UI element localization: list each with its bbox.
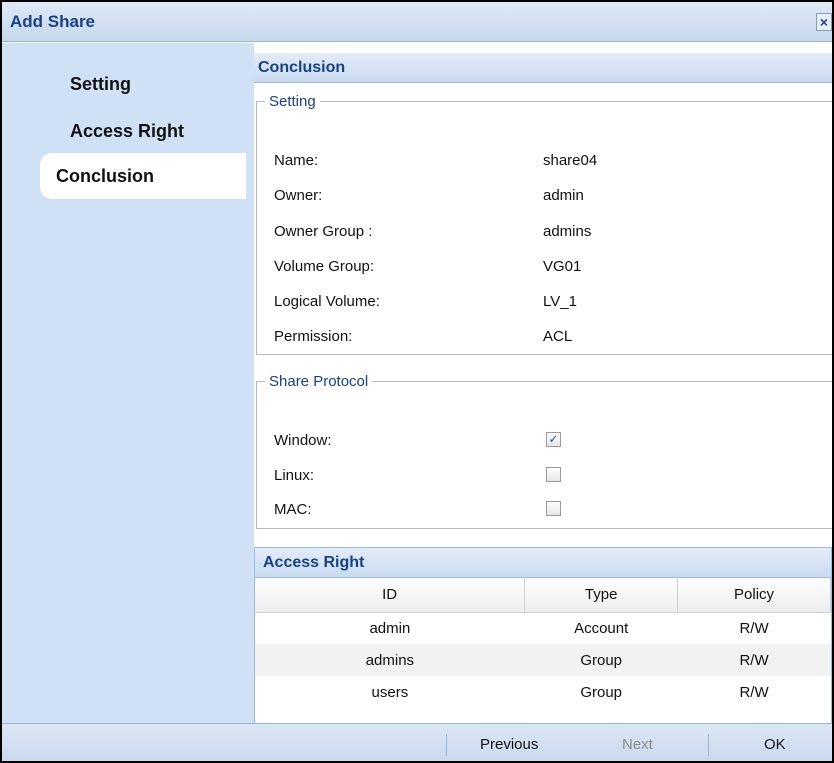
sidebar-item-label: Conclusion — [56, 166, 154, 186]
linux-checkbox[interactable] — [546, 467, 561, 482]
permission-label: Permission: — [274, 328, 353, 345]
logical-volume-label: Logical Volume: — [274, 293, 380, 310]
window-label: Window: — [274, 432, 332, 449]
linux-label: Linux: — [274, 467, 315, 484]
owner-group-label: Owner Group : — [274, 223, 373, 240]
footer-divider — [708, 734, 709, 756]
column-header-type[interactable]: Type — [524, 578, 679, 613]
checkmark-icon: ✓ — [548, 432, 559, 446]
cell-policy: R/W — [739, 683, 769, 701]
name-value: share04 — [543, 152, 598, 169]
cell-type: Group — [524, 644, 678, 676]
panel-title: Conclusion — [254, 53, 832, 83]
cell-policy: R/W — [739, 619, 769, 637]
name-label: Name: — [274, 152, 319, 169]
permission-value: ACL — [543, 328, 573, 345]
cell-type: Group — [580, 683, 623, 701]
table-row[interactable]: admin Account R/W — [255, 612, 831, 644]
table-row[interactable]: admins Group R/W — [255, 644, 831, 676]
main-content: Conclusion Setting Name: share04 Owner: … — [254, 43, 832, 727]
mac-label: MAC: — [274, 501, 312, 518]
owner-group-value: admins — [543, 223, 592, 240]
volume-group-label: Volume Group: — [274, 258, 375, 275]
sidebar-item-conclusion[interactable]: Conclusion — [40, 153, 252, 199]
sidebar-item-access-right[interactable]: Access Right — [40, 108, 252, 154]
column-header-policy[interactable]: Policy — [677, 578, 831, 613]
cell-policy: R/W — [677, 644, 831, 676]
cell-type: Account — [574, 619, 629, 637]
owner-value: admin — [543, 187, 584, 204]
share-protocol-fieldset: Share Protocol Window: ✓ Linux: MAC: — [256, 373, 832, 529]
wizard-sidebar: Setting Access Right Conclusion — [2, 43, 252, 723]
dialog-footer: Previous Next OK — [2, 723, 832, 761]
access-right-panel: Access Right ID Type Policy admin Accoun… — [254, 547, 832, 727]
title-bar: Add Share × — [2, 2, 832, 42]
setting-legend: Setting — [269, 93, 316, 110]
sidebar-item-setting[interactable]: Setting — [40, 61, 252, 107]
column-header-id[interactable]: ID — [255, 578, 526, 613]
next-button[interactable]: Next — [622, 736, 653, 753]
sidebar-item-label: Access Right — [70, 121, 185, 141]
logical-volume-value: LV_1 — [543, 293, 577, 310]
sidebar-item-label: Setting — [70, 74, 131, 94]
close-icon[interactable]: × — [816, 13, 832, 31]
share-protocol-legend: Share Protocol — [269, 373, 369, 390]
dialog-title: Add Share — [10, 12, 96, 31]
access-right-title: Access Right — [255, 548, 831, 578]
previous-button[interactable]: Previous — [480, 736, 538, 753]
mac-checkbox[interactable] — [546, 501, 561, 516]
setting-fieldset: Setting Name: share04 Owner: admin Owner… — [256, 93, 832, 355]
footer-divider — [446, 734, 447, 756]
table-row[interactable]: users Group R/W — [255, 676, 831, 708]
access-right-table: ID Type Policy admin Account R/W admins … — [255, 578, 831, 708]
ok-button[interactable]: OK — [764, 736, 786, 753]
cell-id: admin — [369, 619, 411, 637]
cell-id: admins — [255, 644, 525, 676]
add-share-dialog: Add Share × Setting Access Right Conclus… — [0, 0, 834, 763]
window-checkbox[interactable]: ✓ — [546, 432, 561, 447]
volume-group-value: VG01 — [543, 258, 582, 275]
owner-label: Owner: — [274, 187, 323, 204]
cell-id: users — [371, 683, 409, 701]
